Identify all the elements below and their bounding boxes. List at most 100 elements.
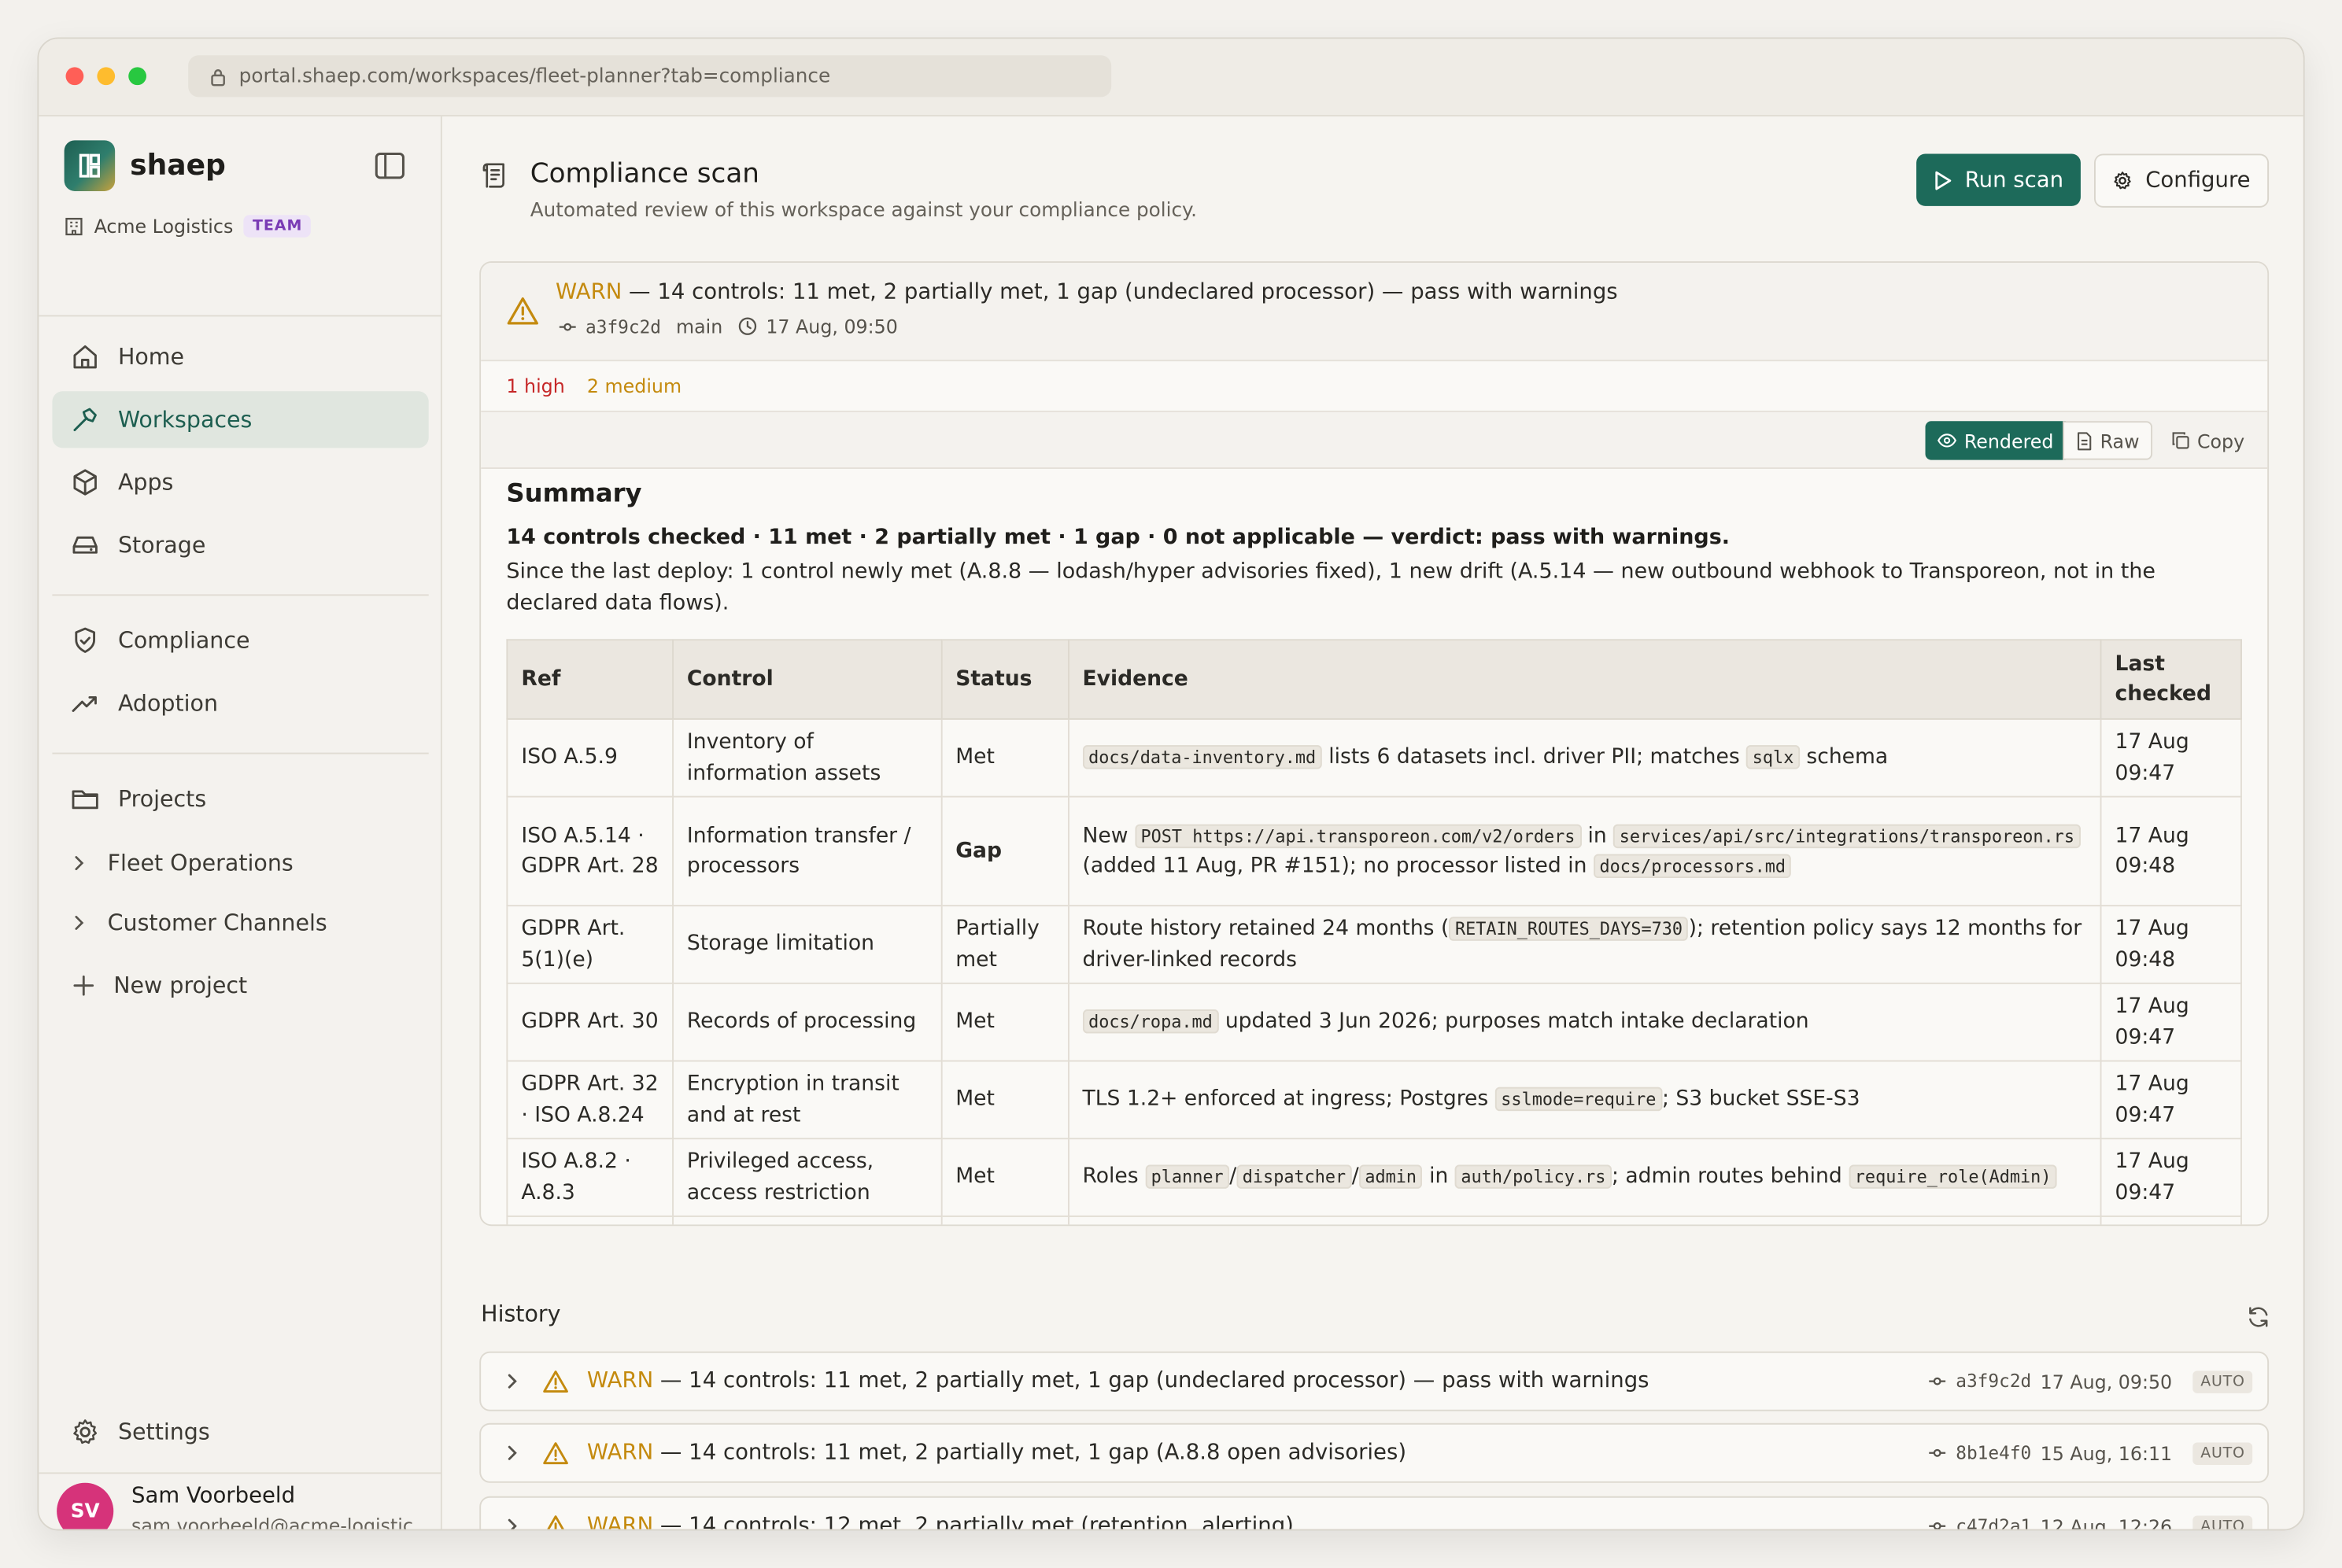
nav-settings[interactable]: Settings [52, 1404, 428, 1460]
view-raw-button[interactable]: Raw [2063, 421, 2153, 460]
cell-last-checked: 17 Aug 09:48 [2100, 795, 2242, 907]
code-snippet: dispatcher [1236, 1164, 1352, 1190]
user-menu[interactable]: SV Sam Voorbeeld sam.voorbeeld@acme-logi… [57, 1481, 430, 1529]
view-toolbar: Rendered Raw Copy [481, 411, 2268, 469]
minimize-window-button[interactable] [97, 67, 116, 86]
evidence-text: / [1351, 1164, 1359, 1190]
nav-apps-label: Apps [117, 468, 174, 496]
cell-last-checked: 17 Aug 09:48 [2100, 905, 2242, 984]
copy-label: Copy [2196, 429, 2245, 452]
code-snippet: POST https://api.transporeon.com/v2/orde… [1134, 823, 1582, 848]
project-fleet-operations[interactable]: Fleet Operations [68, 841, 294, 886]
brand-name: shaep [130, 149, 226, 183]
cell-control: Storage limitation [671, 905, 943, 984]
page-subtitle: Automated review of this workspace again… [530, 200, 1197, 223]
cell-last-checked: 17 Aug 09:47 [2100, 718, 2242, 798]
cell-status: Partially met [940, 905, 1069, 984]
chevron-right-icon [75, 916, 84, 930]
col-ref: Ref [506, 639, 674, 720]
run-scan-button[interactable]: Run scan [1916, 153, 2081, 206]
history-item[interactable]: WARN — 14 controls: 11 met, 2 partially … [479, 1422, 2270, 1483]
nav-projects-label: Projects [117, 785, 207, 813]
copy-icon [2172, 432, 2189, 449]
nav-compliance[interactable]: Compliance [52, 612, 428, 669]
org-switcher[interactable]: Acme Logistics TEAM [65, 215, 312, 238]
severity-row: 1 high 2 medium [481, 361, 2268, 412]
commit-icon [1930, 1522, 1946, 1529]
history-summary: WARN — 14 controls: 12 met, 2 partially … [587, 1514, 1294, 1531]
project-customer-channels[interactable]: Customer Channels [68, 900, 327, 945]
history-text: — 14 controls: 12 met, 2 partially met (… [653, 1514, 1294, 1531]
avatar: SV [57, 1482, 114, 1529]
auto-badge: AUTO [2192, 1441, 2253, 1464]
warning-triangle-icon [543, 1371, 568, 1393]
warning-triangle-icon [543, 1442, 568, 1465]
cube-icon [73, 469, 97, 496]
scan-result-card: WARN — 14 controls: 11 met, 2 partially … [479, 261, 2270, 1227]
cell-status: Met [940, 1138, 1069, 1217]
evidence-text: (added 11 Aug, PR #151); no processor li… [1082, 854, 1594, 879]
scroll-document-icon [482, 163, 504, 188]
history-item[interactable]: WARN — 14 controls: 11 met, 2 partially … [479, 1351, 2270, 1411]
view-rendered-button[interactable]: Rendered [1925, 421, 2066, 460]
result-header: WARN — 14 controls: 11 met, 2 partially … [481, 263, 2268, 362]
address-bar[interactable]: portal.shaep.com/workspaces/fleet-planne… [188, 55, 1112, 98]
clock-icon [738, 317, 756, 335]
sidebar-toggle-button[interactable] [375, 152, 404, 186]
project-label: Fleet Operations [107, 849, 294, 877]
cell-last-checked: 17 Aug 09:47 [2100, 1060, 2242, 1140]
nav-apps[interactable]: Apps [52, 454, 428, 511]
hammer-icon [73, 408, 97, 432]
nav-projects[interactable]: Projects [52, 770, 428, 827]
refresh-icon[interactable] [2247, 1305, 2270, 1329]
new-project-label: New project [113, 972, 248, 999]
brand[interactable]: shaep [64, 140, 226, 191]
severity-high[interactable]: 1 high [506, 374, 564, 397]
new-project-button[interactable]: New project [72, 963, 247, 1008]
nav-adoption-label: Adoption [117, 689, 219, 718]
severity-medium[interactable]: 2 medium [587, 374, 682, 397]
table-row: GDPR Art. 30 Records of processing Met d… [506, 982, 2242, 1062]
branch-name: main [675, 315, 723, 338]
configure-button[interactable]: Configure [2093, 153, 2270, 208]
table-row: GDPR Art. 5(1)(e) Storage limitation Par… [506, 905, 2242, 984]
configure-label: Configure [2145, 168, 2251, 193]
history-meta: c47d2a1 12 Aug, 12:26 AUTO [1929, 1515, 2267, 1529]
cell-control: Records of processing [671, 982, 943, 1062]
history-text: — 14 controls: 11 met, 2 partially met, … [653, 1441, 1407, 1465]
result-level: WARN [556, 280, 622, 305]
cell-evidence: TLS 1.2+ enforced at ingress; Postgres s… [1067, 1060, 2102, 1140]
evidence-text: ; admin routes behind [1611, 1164, 1849, 1190]
code-snippet: sslmode=require [1494, 1087, 1662, 1112]
main-panel: Compliance scan Automated review of this… [443, 116, 2303, 1531]
title-bar: portal.shaep.com/workspaces/fleet-planne… [39, 39, 2303, 117]
nav-workspaces[interactable]: Workspaces [52, 391, 429, 448]
cell-ref: GDPR Art. 32 · ISO A.8.24 [506, 1060, 674, 1140]
cell-ref: ISO A.5.9 [506, 718, 674, 798]
history-commit: a3f9c2d [1956, 1371, 2032, 1392]
history-level: WARN [586, 1441, 654, 1465]
evidence-text: TLS 1.2+ enforced at ingress; Postgres [1082, 1087, 1495, 1112]
divider [52, 752, 429, 754]
org-name: Acme Logistics [94, 215, 234, 238]
close-window-button[interactable] [65, 67, 84, 86]
nav-storage[interactable]: Storage [52, 517, 428, 574]
shield-check-icon [75, 627, 95, 653]
code-snippet: sqlx [1746, 745, 1800, 769]
maximize-window-button[interactable] [128, 67, 147, 86]
table-row: GDPR Art. 32 · ISO A.8.24 Encryption in … [506, 1060, 2242, 1140]
copy-button[interactable]: Copy [2160, 421, 2257, 459]
nav-adoption[interactable]: Adoption [52, 675, 428, 732]
code-snippet: auth/policy.rs [1454, 1164, 1612, 1190]
nav-home[interactable]: Home [52, 329, 428, 386]
history-item[interactable]: WARN — 14 controls: 12 met, 2 partially … [479, 1496, 2270, 1531]
lock-icon [211, 68, 225, 86]
chevron-right-icon [508, 1518, 517, 1529]
cell-control: Inventory of information assets [671, 718, 943, 798]
history-text: — 14 controls: 11 met, 2 partially met, … [653, 1369, 1649, 1393]
evidence-text: ; S3 bucket SSE-S3 [1661, 1087, 1860, 1112]
chevron-right-icon [508, 1445, 517, 1460]
col-evidence: Evidence [1067, 639, 2102, 720]
report-verdict: 14 controls checked · 11 met · 2 partial… [506, 526, 1730, 550]
evidence-text: schema [1799, 745, 1889, 769]
